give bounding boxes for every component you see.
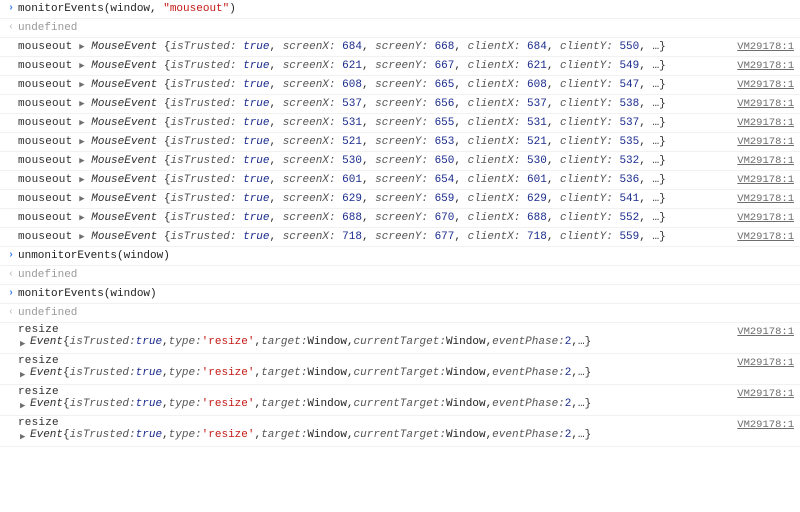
event-class: MouseEvent: [85, 231, 164, 243]
event-class: MouseEvent: [85, 193, 164, 205]
mouseevent-log: mouseout MouseEvent {isTrusted: true, sc…: [18, 77, 729, 93]
undefined-value: undefined: [18, 307, 77, 319]
source-link[interactable]: VM29178:1: [737, 386, 794, 402]
console-input-row[interactable]: unmonitorEvents(window): [0, 247, 800, 266]
event-class: MouseEvent: [85, 136, 164, 148]
source-link[interactable]: VM29178:1: [737, 153, 794, 169]
console-log-row[interactable]: mouseout MouseEvent {isTrusted: true, sc…: [0, 95, 800, 114]
output-icon: [4, 20, 18, 36]
expand-icon[interactable]: [20, 336, 30, 352]
mouseevent-log: mouseout MouseEvent {isTrusted: true, sc…: [18, 96, 729, 112]
console-input[interactable]: unmonitorEvents(window): [18, 248, 794, 264]
event-name: mouseout: [18, 41, 79, 53]
event-class: MouseEvent: [85, 79, 164, 91]
event-class: Event: [30, 398, 63, 410]
console-log-row[interactable]: resize Event {isTrusted: true, type: 're…: [0, 354, 800, 385]
console-output: undefined: [18, 305, 794, 321]
source-link[interactable]: VM29178:1: [737, 324, 794, 340]
console-log-row[interactable]: mouseout MouseEvent {isTrusted: true, sc…: [0, 114, 800, 133]
console-log-row[interactable]: mouseout MouseEvent {isTrusted: true, sc…: [0, 190, 800, 209]
source-link[interactable]: VM29178:1: [737, 355, 794, 371]
source-link[interactable]: VM29178:1: [737, 229, 794, 245]
event-name: mouseout: [18, 212, 79, 224]
console-log-row[interactable]: mouseout MouseEvent {isTrusted: true, sc…: [0, 209, 800, 228]
mouseevent-log: mouseout MouseEvent {isTrusted: true, sc…: [18, 172, 729, 188]
event-class: MouseEvent: [85, 98, 164, 110]
source-link[interactable]: VM29178:1: [737, 191, 794, 207]
mouseevent-log: mouseout MouseEvent {isTrusted: true, sc…: [18, 210, 729, 226]
input-prompt-icon: [4, 286, 18, 302]
console-log-row[interactable]: mouseout MouseEvent {isTrusted: true, sc…: [0, 76, 800, 95]
event-name: mouseout: [18, 193, 79, 205]
mouseevent-log: mouseout MouseEvent {isTrusted: true, sc…: [18, 229, 729, 245]
event-name: mouseout: [18, 231, 79, 243]
event-class: MouseEvent: [85, 41, 164, 53]
undefined-value: undefined: [18, 22, 77, 34]
mouseevent-log: mouseout MouseEvent {isTrusted: true, sc…: [18, 115, 729, 131]
source-link[interactable]: VM29178:1: [737, 172, 794, 188]
output-icon: [4, 267, 18, 283]
expand-icon[interactable]: [20, 429, 30, 445]
event-name: mouseout: [18, 117, 79, 129]
mouseevent-log: mouseout MouseEvent {isTrusted: true, sc…: [18, 134, 729, 150]
console-log-row[interactable]: mouseout MouseEvent {isTrusted: true, sc…: [0, 228, 800, 247]
expand-icon[interactable]: [20, 367, 30, 383]
input-prompt-icon: [4, 1, 18, 17]
event-name: resize: [18, 355, 59, 367]
source-link[interactable]: VM29178:1: [737, 96, 794, 112]
event-class: Event: [30, 336, 63, 348]
source-link[interactable]: VM29178:1: [737, 58, 794, 74]
mouseevent-log: mouseout MouseEvent {isTrusted: true, sc…: [18, 58, 729, 74]
console-output-row: undefined: [0, 266, 800, 285]
console-output-row: undefined: [0, 304, 800, 323]
console-log-row[interactable]: mouseout MouseEvent {isTrusted: true, sc…: [0, 38, 800, 57]
mouseevent-log: mouseout MouseEvent {isTrusted: true, sc…: [18, 191, 729, 207]
console-log-row[interactable]: resize Event {isTrusted: true, type: 're…: [0, 323, 800, 354]
event-name: resize: [18, 386, 59, 398]
console-log-row[interactable]: resize Event {isTrusted: true, type: 're…: [0, 385, 800, 416]
console-input[interactable]: monitorEvents(window, "mouseout"): [18, 1, 794, 17]
event-name: mouseout: [18, 98, 79, 110]
console-log-row[interactable]: mouseout MouseEvent {isTrusted: true, sc…: [0, 57, 800, 76]
console-log-row[interactable]: mouseout MouseEvent {isTrusted: true, sc…: [0, 133, 800, 152]
console-output: undefined: [18, 20, 794, 36]
event-name: mouseout: [18, 60, 79, 72]
event-class: MouseEvent: [85, 212, 164, 224]
source-link[interactable]: VM29178:1: [737, 115, 794, 131]
event-class: MouseEvent: [85, 155, 164, 167]
undefined-value: undefined: [18, 269, 77, 281]
mouseevent-log: mouseout MouseEvent {isTrusted: true, sc…: [18, 39, 729, 55]
source-link[interactable]: VM29178:1: [737, 134, 794, 150]
event-name: resize: [18, 417, 59, 429]
event-class: MouseEvent: [85, 117, 164, 129]
event-class: Event: [30, 367, 63, 379]
source-link[interactable]: VM29178:1: [737, 417, 794, 433]
console-input-row[interactable]: monitorEvents(window, "mouseout"): [0, 0, 800, 19]
console-input-row[interactable]: monitorEvents(window): [0, 285, 800, 304]
output-icon: [4, 305, 18, 321]
event-class: MouseEvent: [85, 174, 164, 186]
mouseevent-log: mouseout MouseEvent {isTrusted: true, sc…: [18, 153, 729, 169]
console-log-row[interactable]: mouseout MouseEvent {isTrusted: true, sc…: [0, 152, 800, 171]
source-link[interactable]: VM29178:1: [737, 77, 794, 93]
event-class: MouseEvent: [85, 60, 164, 72]
devtools-console[interactable]: monitorEvents(window, "mouseout") undefin…: [0, 0, 800, 512]
event-name: resize: [18, 324, 59, 336]
console-log-row[interactable]: resize Event {isTrusted: true, type: 're…: [0, 416, 800, 447]
source-link[interactable]: VM29178:1: [737, 210, 794, 226]
console-output: undefined: [18, 267, 794, 283]
console-input[interactable]: monitorEvents(window): [18, 286, 794, 302]
source-link[interactable]: VM29178:1: [737, 39, 794, 55]
event-name: mouseout: [18, 79, 79, 91]
event-name: mouseout: [18, 174, 79, 186]
event-name: mouseout: [18, 155, 79, 167]
event-name: mouseout: [18, 136, 79, 148]
console-log-row[interactable]: mouseout MouseEvent {isTrusted: true, sc…: [0, 171, 800, 190]
expand-icon[interactable]: [20, 398, 30, 414]
event-class: Event: [30, 429, 63, 441]
input-prompt-icon: [4, 248, 18, 264]
console-output-row: undefined: [0, 19, 800, 38]
